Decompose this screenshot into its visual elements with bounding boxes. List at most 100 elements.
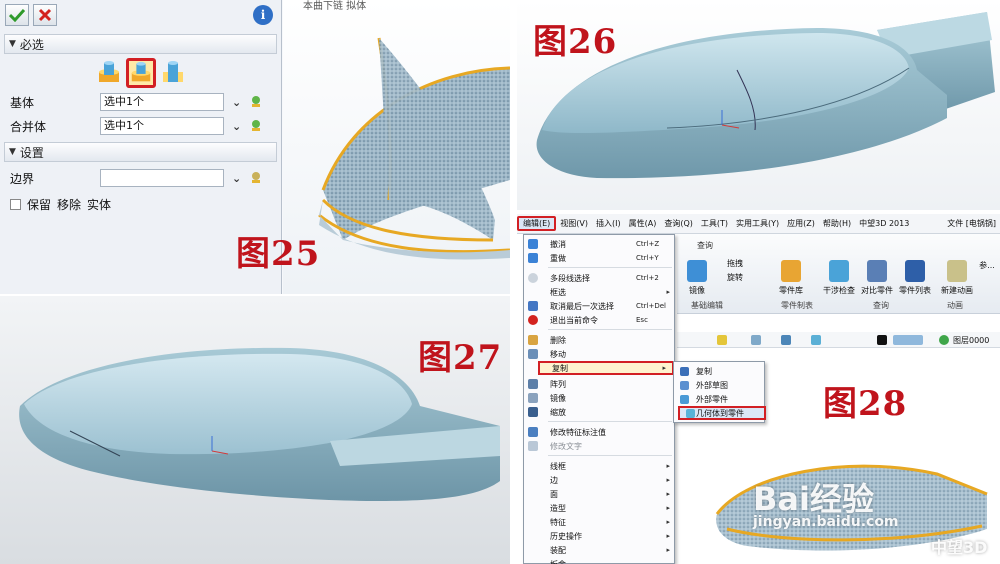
menu-item-copy[interactable]: 复制 ▸	[538, 361, 674, 375]
add-mode-button[interactable]	[94, 58, 124, 88]
menu-item-filter[interactable]: 框选 ▸	[524, 285, 676, 299]
menu-item-move[interactable]: 移动	[524, 347, 676, 361]
chevron-right-icon: ▸	[666, 504, 670, 512]
chevron-right-icon: ▸	[666, 288, 670, 296]
combine-mode-buttons	[0, 56, 281, 90]
menu-item-feature[interactable]: 特征 ▸	[524, 515, 676, 529]
part-lib-button[interactable]: 零件库	[773, 260, 809, 296]
mirror-icon	[528, 393, 538, 403]
compare-button[interactable]: 对比零件	[859, 260, 895, 296]
pick-target-icon[interactable]	[249, 170, 263, 187]
remove-mode-button[interactable]	[125, 58, 156, 88]
menu-item-wireframe[interactable]: 线框 ▸	[524, 459, 676, 473]
menu-application[interactable]: 应用(Z)	[783, 218, 819, 229]
brand-watermark: 中望3D	[931, 538, 988, 557]
shade-icon[interactable]	[781, 335, 791, 345]
menu-item-edge[interactable]: 边 ▸	[524, 473, 676, 487]
menu-item-exit-command[interactable]: 退出当前命令 Esc	[524, 313, 676, 327]
menu-query[interactable]: 查询(Q)	[660, 218, 697, 229]
add-combine-icon	[98, 61, 119, 82]
view-icon[interactable]	[751, 335, 761, 345]
external-sketch-icon	[680, 380, 689, 390]
submenu-geometry-to-part[interactable]: 几何体到零件	[678, 406, 766, 420]
menu-item-history[interactable]: 历史操作 ▸	[524, 529, 676, 543]
array-icon	[528, 379, 538, 389]
intersect-mode-button[interactable]	[158, 58, 188, 88]
modify-feature-icon	[528, 427, 538, 437]
figure-label-27: 图27	[418, 338, 503, 378]
menu-item-modify-feature[interactable]: 修改特征标注值	[524, 425, 676, 439]
tab-query[interactable]: 查询	[697, 240, 713, 251]
new-animation-button[interactable]: 新建动画	[939, 260, 975, 296]
menu-item-sheet-metal[interactable]: 板金	[524, 557, 676, 564]
required-section-header[interactable]: ▼ 必选	[4, 34, 277, 54]
required-section-label: 必选	[19, 37, 44, 52]
viewport-caption: 本曲下链 拟体	[303, 1, 367, 12]
stretch-button[interactable]: 拖拽	[717, 258, 753, 269]
app-title: 中望3D 2013	[859, 219, 910, 228]
menu-item-scale[interactable]: 缩放	[524, 405, 676, 419]
chevron-down-icon[interactable]: ⌄	[232, 120, 241, 133]
merge-label: 合并体	[10, 119, 47, 134]
chevron-right-icon: ▸	[666, 462, 670, 470]
undo-icon	[528, 239, 538, 249]
keep-checkbox[interactable]	[10, 199, 21, 210]
menu-attribute[interactable]: 属性(A)	[625, 218, 661, 229]
menu-item-redo[interactable]: 重做 Ctrl+Y	[524, 251, 676, 265]
compare-label: 对比零件	[861, 286, 893, 295]
render-icon[interactable]	[811, 335, 821, 345]
ok-button[interactable]	[5, 4, 29, 26]
boundary-input[interactable]	[100, 169, 224, 187]
check-icon	[9, 8, 25, 22]
chevron-down-icon[interactable]: ⌄	[232, 96, 241, 109]
menu-item-assembly[interactable]: 装配 ▸	[524, 543, 676, 557]
merge-input[interactable]: 选中1个	[100, 117, 224, 135]
chevron-right-icon: ▸	[666, 490, 670, 498]
settings-section-header[interactable]: ▼ 设置	[4, 142, 277, 162]
part-list-button[interactable]: 零件列表	[897, 260, 933, 296]
base-input[interactable]: 选中1个	[100, 93, 224, 111]
submenu-external-sketch[interactable]: 外部草图	[674, 378, 766, 392]
submenu-external-part[interactable]: 外部零件	[674, 392, 766, 406]
info-icon[interactable]: i	[253, 5, 273, 25]
menu-edit[interactable]: 编辑(E)	[517, 216, 557, 231]
interference-button[interactable]: 干涉检查	[821, 260, 857, 296]
keep-remove-solid-row: 保留 移除 实体	[0, 196, 281, 213]
menu-item-delete[interactable]: 删除	[524, 333, 676, 347]
pick-target-icon[interactable]	[249, 94, 263, 111]
figure-label-26: 图26	[533, 22, 618, 62]
menu-utility[interactable]: 实用工具(Y)	[732, 218, 783, 229]
menu-item-array[interactable]: 阵列	[524, 377, 676, 391]
cancel-button[interactable]	[33, 4, 57, 26]
menu-item-multi-select[interactable]: 多段线选择 Ctrl+2	[524, 271, 676, 285]
color-bar-icon[interactable]	[893, 335, 923, 345]
menu-item-cancel-select[interactable]: 取消最后一次选择 Ctrl+Del	[524, 299, 676, 313]
menu-item-modify-text[interactable]: 修改文字	[524, 439, 676, 453]
figure-label-28: 图28	[823, 384, 908, 424]
close-icon	[38, 8, 52, 22]
menu-tools[interactable]: 工具(T)	[697, 218, 732, 229]
menu-item-shape[interactable]: 造型 ▸	[524, 501, 676, 515]
rotate-button[interactable]: 旋转	[717, 272, 753, 283]
edit-dropdown-menu: 撤消 Ctrl+Z 重做 Ctrl+Y 多段线选择 Ctrl+2 框选 ▸ 取消最后一次…	[523, 234, 675, 564]
menu-item-mirror[interactable]: 镜像	[524, 391, 676, 405]
panel-figure-26: 图26	[517, 0, 1000, 210]
menu-help[interactable]: 帮助(H)	[819, 218, 855, 229]
menu-item-face[interactable]: 面 ▸	[524, 487, 676, 501]
group-anim-label: 动画	[947, 301, 963, 310]
cancel-select-icon	[528, 301, 538, 311]
filter-icon[interactable]	[717, 335, 727, 345]
color-swatch-icon[interactable]	[877, 335, 887, 345]
ribbon: 查询 镜像 拖拽 旋转 零件库 干涉检查 对比零件 零件列表 新建动画 参...…	[677, 234, 1000, 314]
mirror-button[interactable]: 镜像	[679, 260, 715, 296]
menu-item-undo[interactable]: 撤消 Ctrl+Z	[524, 237, 676, 251]
layer-icon[interactable]	[939, 335, 949, 345]
menu-view[interactable]: 视图(V)	[556, 218, 592, 229]
ref-button[interactable]: 参...	[975, 260, 999, 271]
menu-separator	[548, 421, 672, 422]
menu-insert[interactable]: 插入(I)	[592, 218, 625, 229]
submenu-copy[interactable]: 复制	[674, 364, 766, 378]
settings-section-label: 设置	[19, 145, 44, 160]
chevron-down-icon[interactable]: ⌄	[232, 172, 241, 185]
pick-target-icon[interactable]	[249, 118, 263, 135]
